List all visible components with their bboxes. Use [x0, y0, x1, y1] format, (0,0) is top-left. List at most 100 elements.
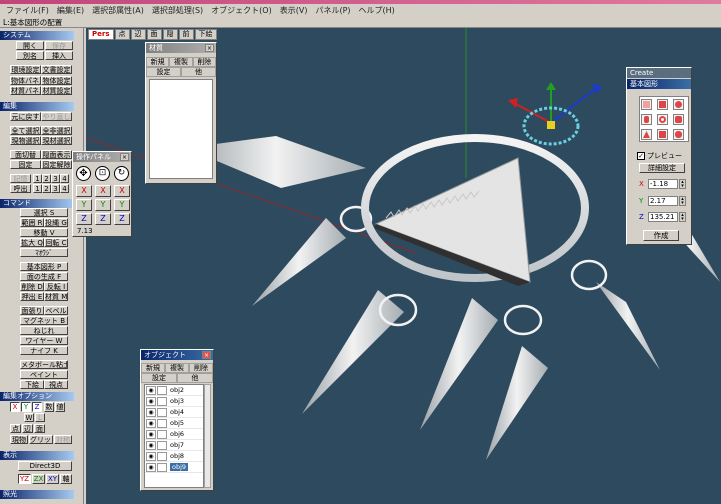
- save-as-button[interactable]: 別名: [16, 51, 44, 60]
- view-tab-vertex[interactable]: 点: [114, 29, 130, 40]
- lock-icon[interactable]: [157, 462, 167, 472]
- doc-settings-button[interactable]: 文書設定: [41, 65, 72, 74]
- menu-selection-attributes[interactable]: 選択部属性(A): [88, 5, 148, 16]
- view-tab-edge[interactable]: 辺: [130, 29, 146, 40]
- list-item[interactable]: ◉ obj4: [145, 407, 203, 418]
- material-settings-button[interactable]: 材質設定: [41, 86, 72, 95]
- eye-icon[interactable]: ◉: [146, 462, 156, 472]
- cylinder-primitive-icon[interactable]: [641, 114, 652, 125]
- eye-icon[interactable]: ◉: [146, 385, 156, 395]
- list-item[interactable]: ◉ obj5: [145, 418, 203, 429]
- axis-x-toggle[interactable]: X: [10, 402, 20, 412]
- select-current-object-button[interactable]: 現物選択: [10, 136, 41, 145]
- move-icon[interactable]: ✥: [76, 166, 91, 181]
- object-new-button[interactable]: 新規: [141, 363, 165, 373]
- material-window-titlebar[interactable]: 材質 ×: [146, 43, 216, 53]
- close-icon[interactable]: ×: [120, 153, 129, 161]
- scale-z-button[interactable]: Z: [95, 213, 111, 225]
- deselect-all-button[interactable]: 全非選択: [41, 126, 72, 135]
- select-current-material-button[interactable]: 現材選択: [41, 136, 72, 145]
- object-panel-button[interactable]: 物体パネル: [10, 76, 41, 85]
- create-button[interactable]: 作成: [643, 230, 679, 241]
- rotate-x-button[interactable]: X: [114, 185, 130, 197]
- list-item[interactable]: ◉ obj7: [145, 440, 203, 451]
- redo-button[interactable]: やり直し: [41, 112, 72, 121]
- lock-icon[interactable]: [157, 440, 167, 450]
- menu-edit[interactable]: 編集(E): [53, 5, 88, 16]
- hidden-face-button[interactable]: 隠面表示: [41, 150, 72, 159]
- delete-command[interactable]: 削除 D: [20, 282, 44, 291]
- menu-help[interactable]: ヘルプ(H): [355, 5, 399, 16]
- env-settings-button[interactable]: 環境設定: [10, 65, 41, 74]
- x-spinner[interactable]: ▴ ▾: [679, 179, 686, 189]
- recall-button[interactable]: 呼出: [10, 184, 31, 193]
- cone-primitive-icon[interactable]: [641, 129, 652, 140]
- range-command[interactable]: 範囲 R: [20, 218, 44, 227]
- memorize-button[interactable]: 記憶: [10, 174, 31, 183]
- unfix-button[interactable]: 固定解除: [41, 160, 72, 169]
- lock-icon[interactable]: [157, 396, 167, 406]
- rotate-icon[interactable]: ↻: [114, 166, 129, 181]
- axis-z-toggle[interactable]: Z: [32, 402, 42, 412]
- local-toggle[interactable]: L: [35, 413, 45, 422]
- paint-command[interactable]: ペイント: [20, 370, 68, 379]
- lock-icon[interactable]: [157, 407, 167, 417]
- renderer-button[interactable]: Direct3D: [18, 461, 72, 471]
- select-all-button[interactable]: 全て選択: [10, 126, 41, 135]
- detail-settings-button[interactable]: 詳細設定: [639, 163, 685, 173]
- eye-icon[interactable]: ◉: [146, 407, 156, 417]
- close-icon[interactable]: ×: [205, 44, 214, 52]
- plane-xy-toggle[interactable]: XY: [46, 474, 59, 484]
- operation-panel-titlebar[interactable]: 操作パネル ×: [73, 152, 131, 162]
- eye-icon[interactable]: ◉: [146, 440, 156, 450]
- list-item[interactable]: ◉ obj2: [145, 385, 203, 396]
- object-settings-button[interactable]: 物体設定: [41, 76, 72, 85]
- sphere-primitive-icon[interactable]: [673, 99, 684, 110]
- wire-command[interactable]: ワイヤー W: [20, 336, 68, 345]
- scale-y-button[interactable]: Y: [95, 199, 111, 211]
- numeric-toggle[interactable]: 数: [44, 402, 54, 412]
- object-settings-button[interactable]: 設定: [141, 373, 177, 383]
- lock-icon[interactable]: [157, 451, 167, 461]
- create-tab[interactable]: Create: [627, 68, 691, 78]
- lock-icon[interactable]: [157, 429, 167, 439]
- scale-x-button[interactable]: X: [95, 185, 111, 197]
- twist-command[interactable]: ねじれ: [20, 326, 68, 335]
- lock-icon[interactable]: [157, 385, 167, 395]
- material-panel-button[interactable]: 材質パネル: [10, 86, 41, 95]
- object-delete-button[interactable]: 削除: [189, 363, 213, 373]
- face-generate-command[interactable]: 面の生成 F: [20, 272, 68, 281]
- symmetry-toggle[interactable]: 対称: [54, 435, 72, 444]
- primitive-window-titlebar[interactable]: 基本図形: [627, 79, 691, 89]
- move-z-button[interactable]: Z: [76, 213, 92, 225]
- open-button[interactable]: 開く: [16, 41, 44, 50]
- extrude-command[interactable]: 押出 E: [20, 292, 44, 301]
- menu-selection-process[interactable]: 選択部処理(S): [148, 5, 207, 16]
- list-item[interactable]: ◉ obj3: [145, 396, 203, 407]
- move-command[interactable]: 移動 V: [20, 228, 68, 237]
- move-gizmo-command[interactable]: ﾏｵｳｼﾞ: [20, 248, 68, 257]
- undo-button[interactable]: 元に戻す: [10, 112, 41, 121]
- lock-icon[interactable]: [157, 418, 167, 428]
- tube-primitive-icon[interactable]: [673, 114, 684, 125]
- object-list-scrollbar[interactable]: [204, 384, 211, 488]
- list-item[interactable]: ◉ obj6: [145, 429, 203, 440]
- view-tab-face[interactable]: 面: [146, 29, 162, 40]
- memory-slot-4[interactable]: 4: [60, 174, 69, 183]
- material-command[interactable]: 材質 M: [44, 292, 68, 301]
- recall-slot-1[interactable]: 1: [33, 184, 42, 193]
- material-list[interactable]: [149, 79, 213, 179]
- menu-view[interactable]: 表示(V): [276, 5, 312, 16]
- axis-display-toggle[interactable]: 軸: [60, 474, 72, 484]
- recall-slot-2[interactable]: 2: [42, 184, 51, 193]
- underlay-command[interactable]: 下絵: [20, 380, 44, 389]
- z-input[interactable]: 135.21: [648, 212, 678, 222]
- scale-command[interactable]: 拡大 Q: [20, 238, 44, 247]
- value-toggle[interactable]: 値: [55, 402, 65, 412]
- face-flip-button[interactable]: 面切替: [10, 150, 41, 159]
- capsule-primitive-icon[interactable]: [673, 129, 684, 140]
- object-list[interactable]: ◉ obj2 ◉ obj3 ◉ obj4 ◉ obj5 ◉ obj6 ◉ obj7 ◉ obj…: [144, 384, 204, 488]
- invert-command[interactable]: 反転 I: [44, 282, 68, 291]
- metaball-command[interactable]: メタボール粘土: [20, 360, 68, 369]
- magnet-command[interactable]: マグネット B: [20, 316, 68, 325]
